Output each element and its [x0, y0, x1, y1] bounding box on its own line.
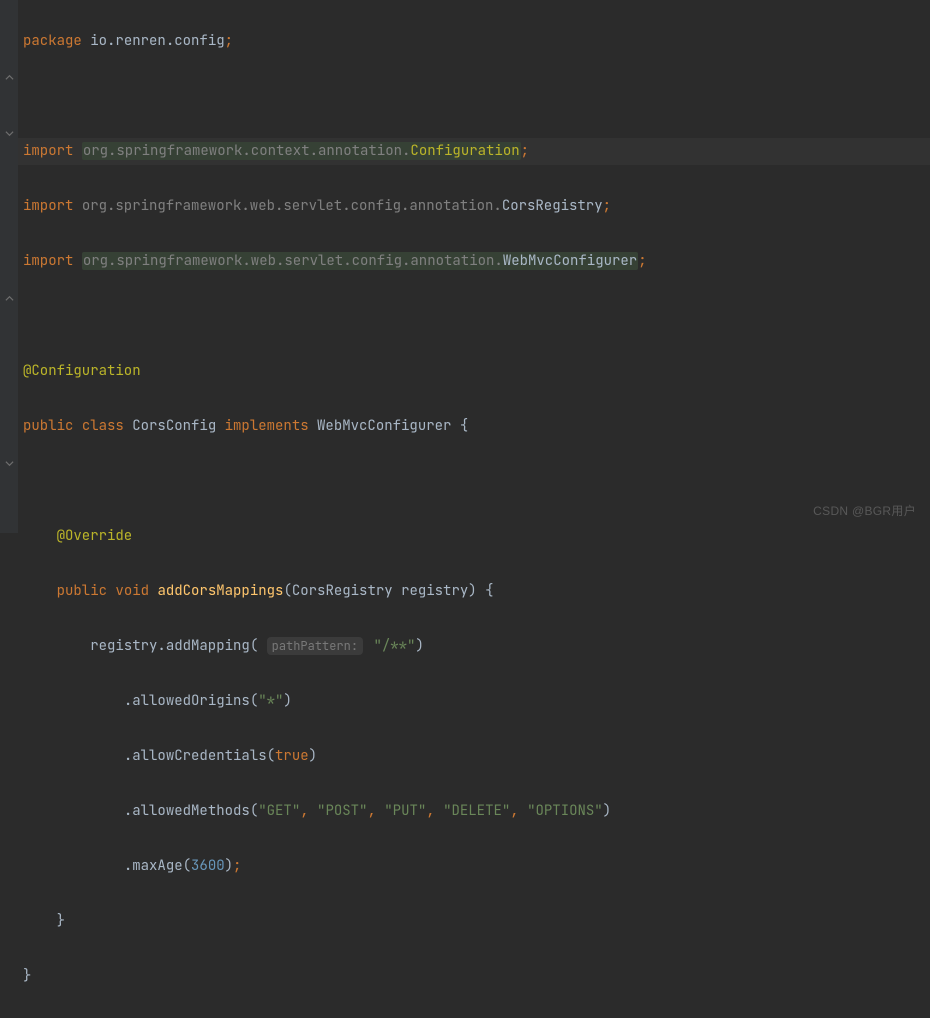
semicolon: ;	[233, 857, 241, 875]
param-type: CorsRegistry	[292, 582, 393, 600]
comma: ,	[300, 802, 308, 820]
method-call: allowedOrigins	[132, 692, 250, 710]
fold-icon[interactable]	[4, 128, 14, 138]
code-line[interactable]: public void addCorsMappings(CorsRegistry…	[23, 578, 930, 606]
paren: )	[415, 637, 423, 655]
paren: (	[250, 637, 258, 655]
dot: .	[124, 747, 132, 765]
method-call: allowedMethods	[132, 802, 250, 820]
code-line[interactable]: registry.addMapping( pathPattern: "/**")	[23, 633, 930, 661]
semicolon: ;	[638, 252, 646, 270]
boolean-literal: true	[275, 747, 309, 765]
fold-icon[interactable]	[4, 293, 14, 303]
code-line[interactable]: .allowCredentials(true)	[23, 743, 930, 771]
parameter-hint: pathPattern:	[267, 637, 363, 655]
annotation: @Configuration	[23, 362, 141, 380]
package-path: io.renren.config	[90, 32, 224, 50]
editor-gutter	[0, 0, 18, 533]
import-class: Configuration	[410, 142, 519, 160]
string-literal: "PUT"	[384, 802, 426, 820]
import-path: org.springframework.web.servlet.config.a…	[83, 252, 503, 270]
string-literal: "*"	[258, 692, 283, 710]
fold-icon[interactable]	[4, 458, 14, 468]
method-call: addMapping	[166, 637, 250, 655]
paren: (	[250, 802, 258, 820]
paren: )	[225, 857, 233, 875]
string-literal: "GET"	[258, 802, 300, 820]
string-literal: "/**"	[373, 637, 415, 655]
keyword-public: public	[23, 417, 73, 435]
keyword-import: import	[23, 252, 73, 270]
comma: ,	[510, 802, 518, 820]
interface-name: WebMvcConfigurer	[317, 417, 451, 435]
semicolon: ;	[225, 32, 233, 50]
fold-icon[interactable]	[4, 72, 14, 82]
paren: (	[183, 857, 191, 875]
watermark-text: CSDN @BGR用户	[813, 498, 916, 526]
string-literal: "POST"	[317, 802, 367, 820]
code-line[interactable]: .maxAge(3600);	[23, 853, 930, 881]
code-line[interactable]: @Configuration	[23, 358, 930, 386]
method-name: addCorsMappings	[157, 582, 283, 600]
code-line[interactable]: @Override	[23, 523, 930, 551]
code-line[interactable]: }	[23, 908, 930, 936]
paren: )	[468, 582, 476, 600]
keyword-package: package	[23, 32, 82, 50]
code-line[interactable]: }	[23, 963, 930, 991]
dot: .	[124, 802, 132, 820]
dot: .	[124, 692, 132, 710]
keyword-import: import	[23, 197, 73, 215]
keyword-implements: implements	[225, 417, 309, 435]
paren: )	[603, 802, 611, 820]
dot: .	[124, 857, 132, 875]
param-name: registry	[401, 582, 468, 600]
import-class: WebMvcConfigurer	[503, 252, 637, 270]
semicolon: ;	[603, 197, 611, 215]
semicolon: ;	[521, 142, 529, 160]
brace: }	[23, 967, 31, 985]
import-path: org.springframework.web.servlet.config.a…	[82, 197, 502, 215]
code-editor[interactable]: package io.renren.config; import org.spr…	[18, 0, 930, 1018]
brace: {	[485, 582, 493, 600]
method-call: allowCredentials	[132, 747, 266, 765]
code-line[interactable]: public class CorsConfig implements WebMv…	[23, 413, 930, 441]
comma: ,	[426, 802, 434, 820]
brace: {	[460, 417, 468, 435]
code-line[interactable]: package io.renren.config;	[23, 28, 930, 56]
brace: }	[57, 912, 65, 930]
comma: ,	[367, 802, 375, 820]
string-literal: "DELETE"	[443, 802, 510, 820]
paren: (	[267, 747, 275, 765]
paren: (	[283, 582, 291, 600]
code-line[interactable]: .allowedMethods("GET", "POST", "PUT", "D…	[23, 798, 930, 826]
paren: )	[309, 747, 317, 765]
code-line-blank[interactable]	[23, 83, 930, 111]
code-line[interactable]: .allowedOrigins("*")	[23, 688, 930, 716]
import-path: org.springframework.context.annotation.	[83, 142, 411, 160]
code-line[interactable]: import org.springframework.context.annot…	[18, 138, 930, 166]
keyword-class: class	[82, 417, 124, 435]
keyword-public: public	[57, 582, 107, 600]
code-line-blank[interactable]	[23, 303, 930, 331]
code-line-blank[interactable]	[23, 468, 930, 496]
variable-ref: registry	[90, 637, 157, 655]
class-name: CorsConfig	[132, 417, 216, 435]
code-line[interactable]: import org.springframework.web.servlet.c…	[23, 193, 930, 221]
annotation-override: @Override	[57, 527, 133, 545]
keyword-void: void	[115, 582, 149, 600]
keyword-import: import	[23, 142, 73, 160]
method-call: maxAge	[132, 857, 182, 875]
number-literal: 3600	[191, 857, 225, 875]
import-class: CorsRegistry	[502, 197, 603, 215]
string-literal: "OPTIONS"	[527, 802, 603, 820]
paren: (	[250, 692, 258, 710]
paren: )	[283, 692, 291, 710]
dot: .	[157, 637, 165, 655]
code-line[interactable]: import org.springframework.web.servlet.c…	[23, 248, 930, 276]
